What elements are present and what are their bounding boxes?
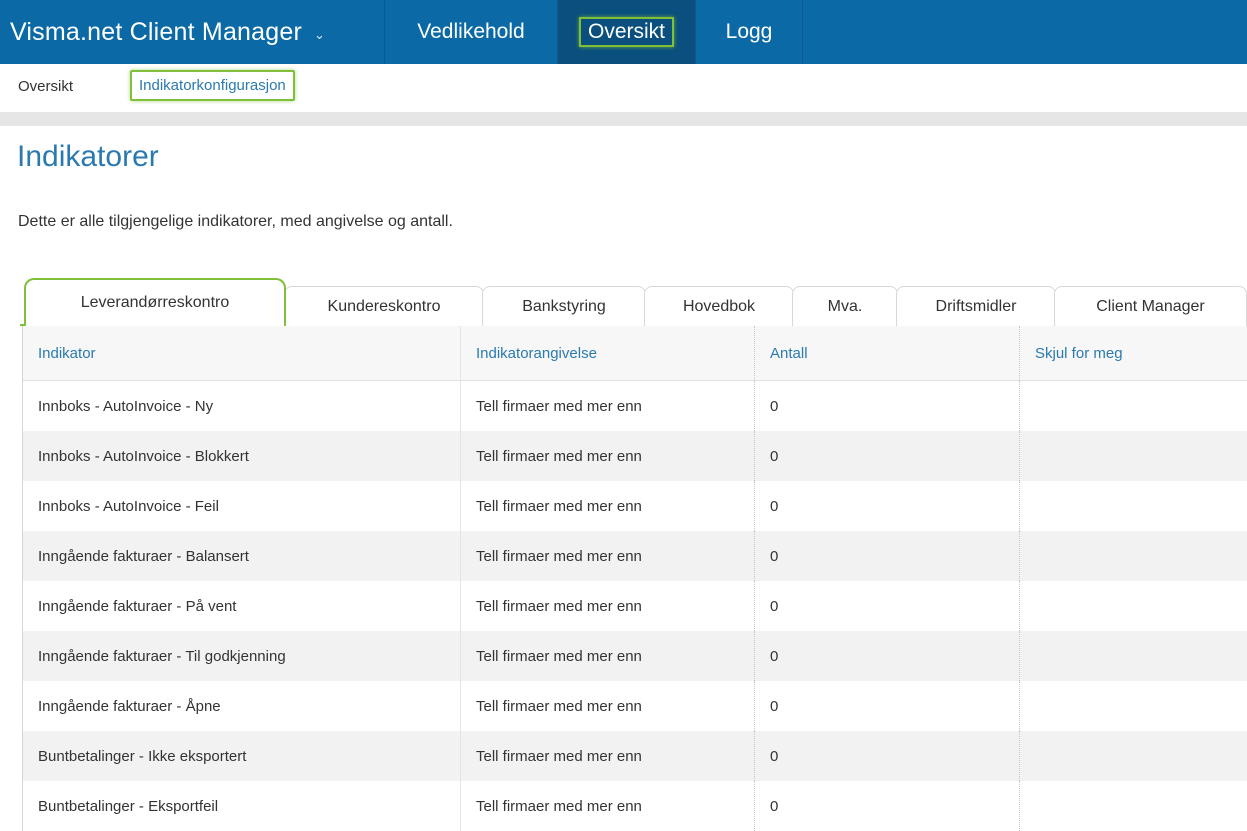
- divider: [0, 112, 1247, 126]
- cell-indikatorangivelse: Tell firmaer med mer enn: [461, 431, 755, 481]
- nav-oversikt[interactable]: Oversikt: [558, 0, 696, 64]
- tab-driftsmidler[interactable]: Driftsmidler: [896, 286, 1056, 326]
- cell-antall: 0: [755, 681, 1020, 731]
- cell-skjul-for-meg[interactable]: [1020, 781, 1247, 831]
- cell-antall: 0: [755, 631, 1020, 681]
- cell-indikator: Inngående fakturaer - Til godkjenning: [23, 631, 461, 681]
- cell-indikator: Buntbetalinger - Eksportfeil: [23, 781, 461, 831]
- cell-indikator: Buntbetalinger - Ikke eksportert: [23, 731, 461, 781]
- page-title: Indikatorer: [17, 140, 159, 174]
- chevron-down-icon: ⌄: [314, 27, 325, 43]
- cell-skjul-for-meg[interactable]: [1020, 381, 1247, 432]
- table-row[interactable]: Buntbetalinger - EksportfeilTell firmaer…: [23, 781, 1247, 831]
- cell-indikator: Inngående fakturaer - Åpne: [23, 681, 461, 731]
- cell-indikatorangivelse: Tell firmaer med mer enn: [461, 631, 755, 681]
- cell-indikator: Innboks - AutoInvoice - Blokkert: [23, 431, 461, 481]
- column-header-skjul-for-meg[interactable]: Skjul for meg: [1020, 326, 1247, 381]
- cell-antall: 0: [755, 431, 1020, 481]
- cell-antall: 0: [755, 531, 1020, 581]
- cell-indikatorangivelse: Tell firmaer med mer enn: [461, 531, 755, 581]
- cell-indikatorangivelse: Tell firmaer med mer enn: [461, 381, 755, 432]
- table-row[interactable]: Inngående fakturaer - BalansertTell firm…: [23, 531, 1247, 581]
- table-row[interactable]: Innboks - AutoInvoice - FeilTell firmaer…: [23, 481, 1247, 531]
- tab-kundereskontro[interactable]: Kundereskontro: [284, 286, 484, 326]
- cell-indikator: Innboks - AutoInvoice - Ny: [23, 381, 461, 432]
- nav-logg-label: Logg: [726, 20, 773, 44]
- cell-skjul-for-meg[interactable]: [1020, 731, 1247, 781]
- cell-indikator: Innboks - AutoInvoice - Feil: [23, 481, 461, 531]
- cell-antall: 0: [755, 481, 1020, 531]
- indicator-table: Indikator Indikatorangivelse Antall Skju…: [22, 326, 1247, 831]
- subnav-indikatorkonfigurasjon[interactable]: Indikatorkonfigurasjon: [130, 70, 295, 101]
- top-navigation-bar: Visma.net Client Manager ⌄ Vedlikehold O…: [0, 0, 1247, 64]
- cell-indikatorangivelse: Tell firmaer med mer enn: [461, 481, 755, 531]
- table-row[interactable]: Innboks - AutoInvoice - BlokkertTell fir…: [23, 431, 1247, 481]
- cell-antall: 0: [755, 781, 1020, 831]
- cell-skjul-for-meg[interactable]: [1020, 531, 1247, 581]
- cell-indikator: Inngående fakturaer - På vent: [23, 581, 461, 631]
- app-switcher[interactable]: Visma.net Client Manager ⌄: [0, 0, 385, 64]
- table-row[interactable]: Inngående fakturaer - Til godkjenningTel…: [23, 631, 1247, 681]
- tab-bar: Leverandørreskontro Kundereskontro Banks…: [20, 278, 1247, 326]
- subnav-oversikt[interactable]: Oversikt: [18, 78, 73, 95]
- cell-skjul-for-meg[interactable]: [1020, 631, 1247, 681]
- cell-antall: 0: [755, 381, 1020, 432]
- cell-antall: 0: [755, 731, 1020, 781]
- cell-antall: 0: [755, 581, 1020, 631]
- table-row[interactable]: Buntbetalinger - Ikke eksportertTell fir…: [23, 731, 1247, 781]
- cell-skjul-for-meg[interactable]: [1020, 681, 1247, 731]
- tab-leverandorreskontro[interactable]: Leverandørreskontro: [24, 278, 286, 326]
- tab-bankstyring[interactable]: Bankstyring: [482, 286, 646, 326]
- cell-indikatorangivelse: Tell firmaer med mer enn: [461, 581, 755, 631]
- app-title: Visma.net Client Manager: [10, 18, 302, 47]
- table-row[interactable]: Innboks - AutoInvoice - NyTell firmaer m…: [23, 381, 1247, 432]
- table-header-row: Indikator Indikatorangivelse Antall Skju…: [23, 326, 1247, 381]
- column-header-indikatorangivelse[interactable]: Indikatorangivelse: [461, 326, 755, 381]
- cell-indikatorangivelse: Tell firmaer med mer enn: [461, 781, 755, 831]
- cell-indikator: Inngående fakturaer - Balansert: [23, 531, 461, 581]
- cell-indikatorangivelse: Tell firmaer med mer enn: [461, 731, 755, 781]
- column-header-indikator[interactable]: Indikator: [23, 326, 461, 381]
- sub-navigation-bar: Oversikt Indikatorkonfigurasjon: [0, 64, 1247, 112]
- page-description: Dette er alle tilgjengelige indikatorer,…: [18, 213, 453, 231]
- tab-client-manager[interactable]: Client Manager: [1054, 286, 1247, 326]
- tab-hovedbok[interactable]: Hovedbok: [644, 286, 794, 326]
- table-row[interactable]: Inngående fakturaer - ÅpneTell firmaer m…: [23, 681, 1247, 731]
- nav-vedlikehold[interactable]: Vedlikehold: [385, 0, 558, 64]
- column-header-antall[interactable]: Antall: [755, 326, 1020, 381]
- cell-indikatorangivelse: Tell firmaer med mer enn: [461, 681, 755, 731]
- cell-skjul-for-meg[interactable]: [1020, 481, 1247, 531]
- cell-skjul-for-meg[interactable]: [1020, 581, 1247, 631]
- cell-skjul-for-meg[interactable]: [1020, 431, 1247, 481]
- nav-vedlikehold-label: Vedlikehold: [417, 20, 524, 44]
- tab-mva[interactable]: Mva.: [792, 286, 898, 326]
- table-row[interactable]: Inngående fakturaer - På ventTell firmae…: [23, 581, 1247, 631]
- nav-oversikt-label: Oversikt: [579, 17, 674, 47]
- nav-logg[interactable]: Logg: [696, 0, 803, 64]
